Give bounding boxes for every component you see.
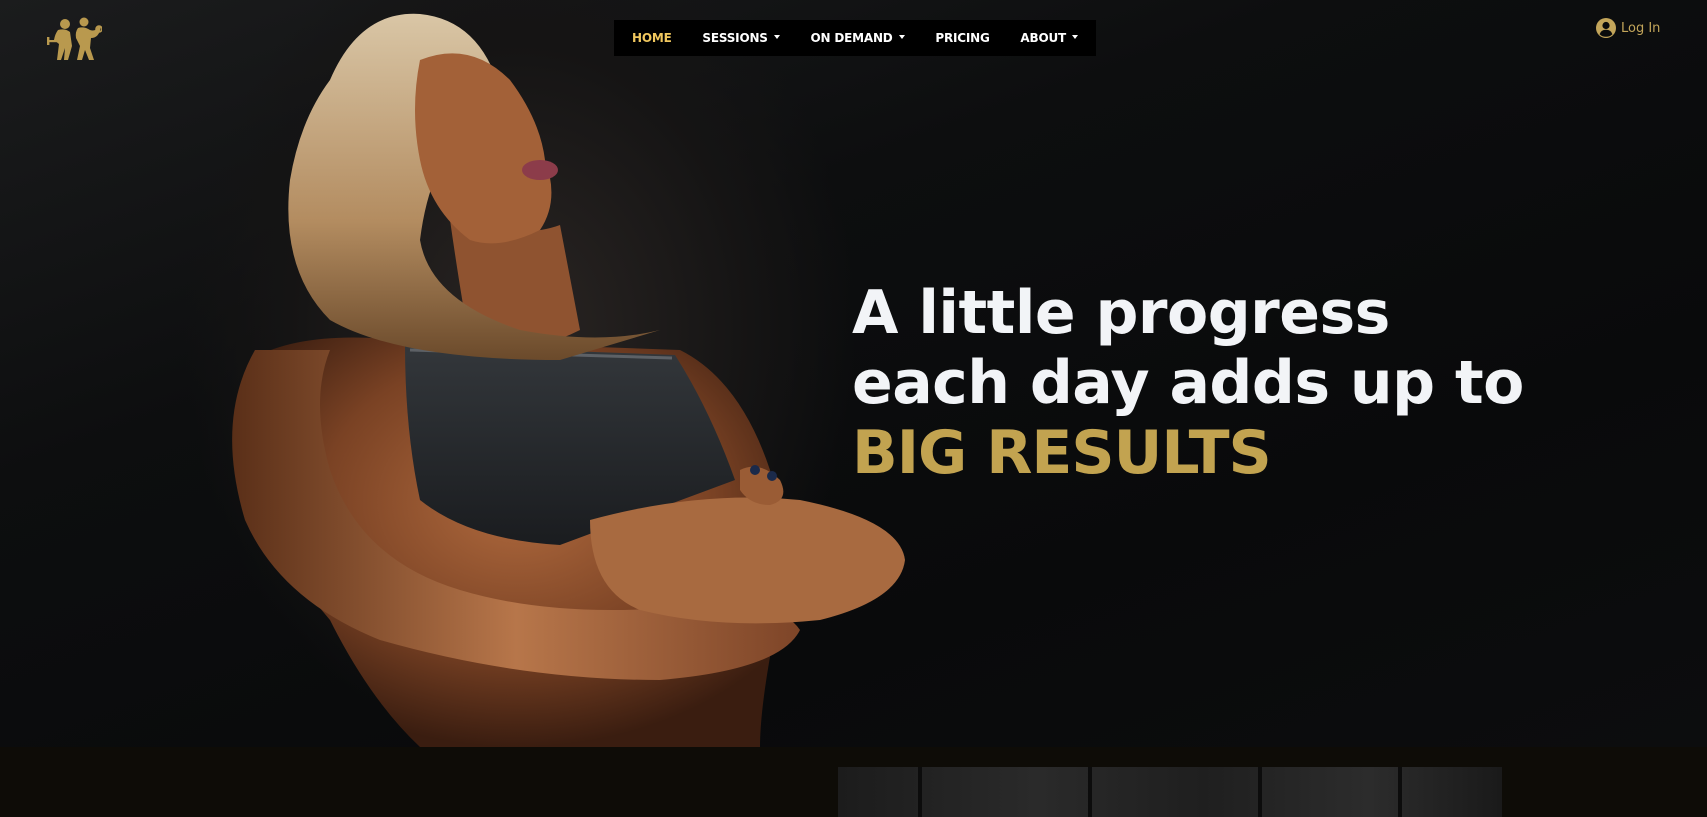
headline-line-2: each day adds up to <box>852 348 1524 418</box>
main-nav: HOME SESSIONS ON DEMAND PRICING ABOUT <box>614 20 1096 56</box>
hero-headline: A little progress each day adds up to BI… <box>852 278 1524 488</box>
headline-line-1: A little progress <box>852 278 1390 348</box>
caret-down-icon <box>773 35 780 39</box>
nav-item-pricing[interactable]: PRICING <box>935 31 989 45</box>
hero-section: HOME SESSIONS ON DEMAND PRICING ABOUT Lo… <box>0 0 1707 747</box>
nav-item-sessions[interactable]: SESSIONS <box>702 31 780 45</box>
headline-accent: BIG RESULTS <box>852 418 1272 488</box>
login-button[interactable]: Log In <box>1596 18 1660 38</box>
nav-item-label: HOME <box>632 31 672 45</box>
nav-item-label: ABOUT <box>1020 31 1066 45</box>
page: HOME SESSIONS ON DEMAND PRICING ABOUT Lo… <box>0 0 1707 817</box>
user-circle-icon <box>1596 18 1616 38</box>
nav-item-label: PRICING <box>935 31 990 45</box>
nav-item-home[interactable]: HOME <box>632 31 672 45</box>
brand-logo-icon[interactable] <box>46 16 102 62</box>
nav-item-label: ON DEMAND <box>810 31 893 45</box>
gym-rack-image <box>838 767 1502 817</box>
nav-item-label: SESSIONS <box>702 31 768 45</box>
nav-item-on-demand[interactable]: ON DEMAND <box>811 31 905 45</box>
caret-down-icon <box>898 35 905 39</box>
nav-item-about[interactable]: ABOUT <box>1020 31 1078 45</box>
caret-down-icon <box>1071 35 1078 39</box>
login-label: Log In <box>1621 20 1661 36</box>
